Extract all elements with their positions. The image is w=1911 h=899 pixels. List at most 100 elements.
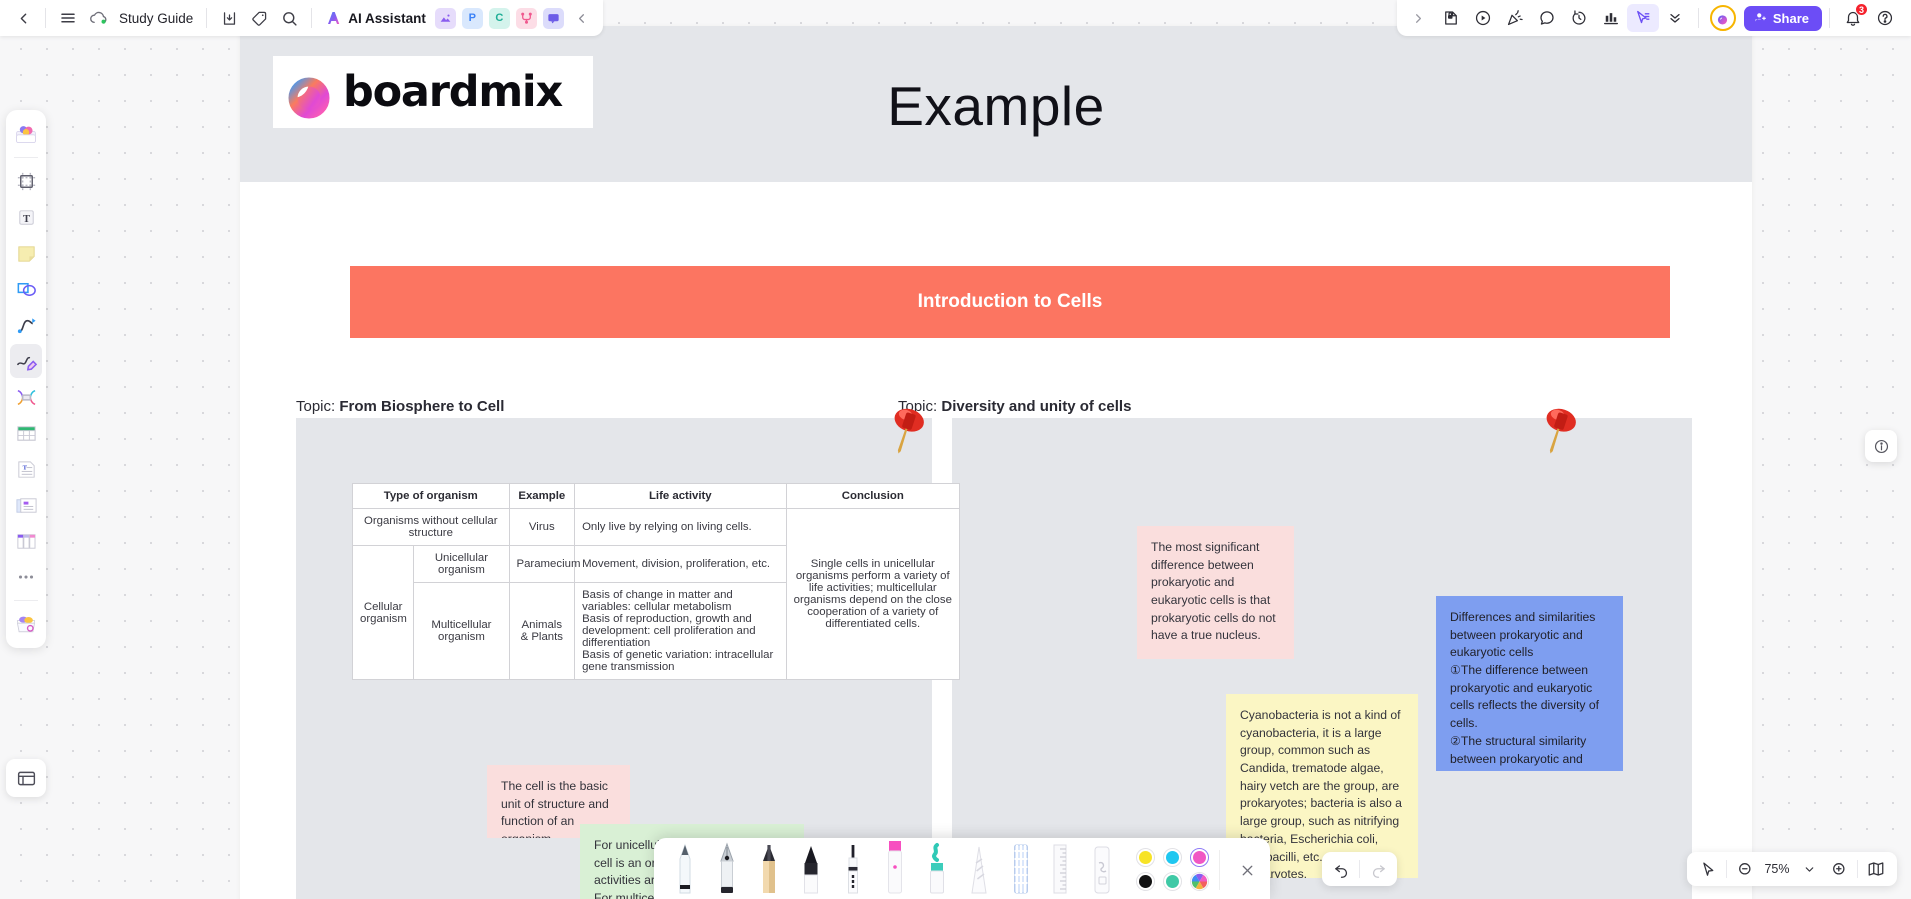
left-topic-heading: Topic: From Biosphere to Cell xyxy=(296,398,504,415)
help-circle-icon[interactable] xyxy=(1869,4,1901,32)
collapse-applets-button[interactable] xyxy=(567,4,597,32)
left-tool-rail: T T xyxy=(6,110,46,648)
rail-item-document[interactable]: T xyxy=(10,452,42,486)
cell-life-unicellular: Movement, division, proliferation, etc. xyxy=(574,545,787,583)
chat-applet[interactable] xyxy=(542,7,564,29)
table-header-cell-type: Type of organism xyxy=(352,483,510,509)
pen-tool-fountain[interactable] xyxy=(706,841,748,899)
tag-icon[interactable] xyxy=(244,4,274,32)
pen-tool-fineliner[interactable] xyxy=(832,841,874,899)
expand-toolbar-button[interactable] xyxy=(1403,4,1435,32)
section-banner: Introduction to Cells xyxy=(350,266,1670,338)
cursor-select-icon[interactable] xyxy=(1693,855,1723,883)
swatch-row-1 xyxy=(1136,848,1209,867)
share-button[interactable]: Share xyxy=(1743,5,1822,31)
rail-item-card[interactable] xyxy=(10,488,42,522)
chevron-double-down-icon[interactable] xyxy=(1659,4,1691,32)
undo-icon[interactable] xyxy=(1326,855,1356,883)
redo-icon[interactable] xyxy=(1363,855,1393,883)
rail-item-sticky-note[interactable] xyxy=(10,236,42,270)
rail-item-connector[interactable] xyxy=(10,308,42,342)
zoom-in-icon[interactable] xyxy=(1824,855,1854,883)
pen-tool-pencil[interactable] xyxy=(748,841,790,899)
divider xyxy=(14,157,38,158)
table-header-row: Type of organism Example Life activity C… xyxy=(352,483,961,509)
rail-item-more[interactable] xyxy=(10,560,42,594)
download-icon[interactable] xyxy=(214,4,244,32)
pen-tool-marker[interactable] xyxy=(790,841,832,899)
thumbtack-icon-right xyxy=(1536,402,1584,458)
pen-tool-pattern-brush[interactable] xyxy=(1000,841,1042,899)
search-icon[interactable] xyxy=(274,4,304,32)
swatch-teal[interactable] xyxy=(1163,872,1182,891)
cell-conclusion: Single cells in unicellular organisms pe… xyxy=(785,508,961,680)
back-button[interactable] xyxy=(8,4,38,32)
rail-item-frames-panel[interactable] xyxy=(6,759,46,797)
pen-tool-eraser[interactable] xyxy=(1084,841,1126,899)
swatch-black[interactable] xyxy=(1136,872,1155,891)
top-right-toolbar: Share 3 xyxy=(1396,0,1911,36)
section-banner-text: Introduction to Cells xyxy=(917,291,1103,312)
swatch-yellow[interactable] xyxy=(1136,848,1155,867)
svg-text:T: T xyxy=(22,213,29,224)
rail-item-assets[interactable] xyxy=(10,117,42,151)
pen-color-swatches xyxy=(1136,848,1209,891)
divider xyxy=(206,8,208,28)
organism-table[interactable]: Type of organism Example Life activity C… xyxy=(351,483,961,680)
mindmap-applet[interactable]: C xyxy=(488,7,510,29)
rail-item-mindmap[interactable] xyxy=(10,380,42,414)
celebrate-icon[interactable] xyxy=(1499,4,1531,32)
zoom-out-icon[interactable] xyxy=(1730,855,1760,883)
divider xyxy=(1857,860,1858,878)
slide-frame[interactable]: boardmix Example Introduction to Cells T… xyxy=(240,26,1752,899)
chevron-down-icon[interactable] xyxy=(1794,855,1824,883)
pen-tool-crayon[interactable] xyxy=(958,841,1000,899)
rail-item-shape[interactable] xyxy=(10,272,42,306)
swatch-magenta[interactable] xyxy=(1190,848,1209,867)
zoom-level-label[interactable]: 75% xyxy=(1760,862,1794,876)
app-root: boardmix Example Introduction to Cells T… xyxy=(0,0,1911,899)
cell-example-paramecium: Paramecium xyxy=(508,545,580,583)
notification-bell-icon[interactable]: 3 xyxy=(1837,3,1869,32)
timer-icon[interactable] xyxy=(1563,4,1595,32)
pen-tool-ballpoint[interactable] xyxy=(664,841,706,899)
zoom-controls: 75% xyxy=(1687,852,1897,886)
pen-tool-highlighter[interactable] xyxy=(874,841,916,899)
ppt-applet[interactable]: P xyxy=(461,7,483,29)
cell-type-virus: Organisms without cellular structure xyxy=(352,508,510,546)
main-menu-button[interactable] xyxy=(53,4,83,32)
slide-header-band: boardmix Example xyxy=(240,26,1752,182)
document-title[interactable]: Study Guide xyxy=(113,11,199,26)
ai-assistant-button[interactable]: AI Assistant xyxy=(319,9,432,27)
rail-item-pen[interactable] xyxy=(10,344,42,378)
table-row[interactable]: Organisms without cellular structure Vir… xyxy=(352,508,961,680)
thumbtack-icon-left xyxy=(884,402,932,458)
ai-sparkle-icon xyxy=(328,12,340,24)
image-generator-applet[interactable] xyxy=(434,7,456,29)
pen-tool-paint-brush[interactable] xyxy=(916,841,958,899)
avatar[interactable] xyxy=(1709,5,1736,31)
minimap-icon[interactable] xyxy=(1861,855,1891,883)
rail-item-kanban[interactable] xyxy=(10,524,42,558)
cloud-saved-icon xyxy=(83,4,113,32)
rail-item-templates[interactable] xyxy=(10,607,42,641)
right-topic-value: Diversity and unity of cells xyxy=(941,398,1132,415)
play-circle-icon[interactable] xyxy=(1467,4,1499,32)
rail-item-text[interactable]: T xyxy=(10,200,42,234)
ai-assistant-label: AI Assistant xyxy=(348,10,426,26)
rail-item-table[interactable] xyxy=(10,416,42,450)
cursor-follow-icon[interactable] xyxy=(1626,4,1659,32)
vote-chart-icon[interactable] xyxy=(1595,4,1627,32)
flowchart-applet[interactable] xyxy=(515,7,537,29)
pen-tool-ruler[interactable] xyxy=(1042,841,1084,899)
swatch-cyan[interactable] xyxy=(1163,848,1182,867)
lock-note-icon[interactable] xyxy=(1435,4,1467,32)
rail-item-frame[interactable] xyxy=(10,164,42,198)
sticky-note-blue-right[interactable]: Differences and similarities between pro… xyxy=(1436,596,1623,771)
pen-toolbar xyxy=(654,838,1270,899)
sticky-note-pink-right[interactable]: The most significant difference between … xyxy=(1137,526,1294,659)
close-icon[interactable] xyxy=(1230,853,1264,887)
swatch-custom-color-wheel[interactable] xyxy=(1190,872,1209,891)
info-circle-icon[interactable] xyxy=(1865,430,1897,462)
comment-icon[interactable] xyxy=(1531,4,1563,32)
